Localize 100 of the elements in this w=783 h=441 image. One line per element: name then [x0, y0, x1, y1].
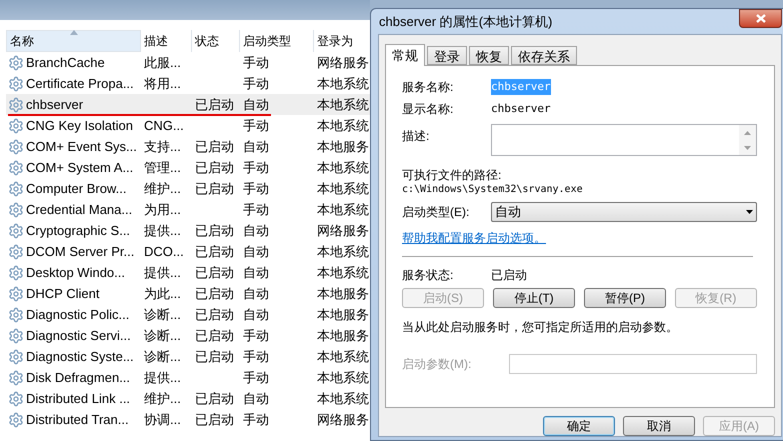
table-cell: 网络服务 [317, 412, 369, 427]
table-cell: 自动 [243, 244, 269, 259]
table-cell: 本地系统 [317, 76, 369, 91]
column-header[interactable]: 名称 [6, 30, 141, 52]
table-cell: 本地系统 [317, 118, 369, 133]
service-row[interactable]: Computer Brow... 维护... 已启动 手动 本地系统 [6, 178, 370, 199]
gear-icon [8, 96, 24, 112]
service-name-value: chbserver [491, 78, 551, 96]
service-name: COM+ Event Sys... [26, 138, 137, 156]
gear-icon [8, 286, 24, 302]
service-name: BranchCache [26, 54, 105, 72]
table-cell: 网络服务 [317, 54, 369, 70]
table-cell: 已启动 [195, 306, 234, 322]
startup-type-dropdown[interactable]: 自动 [491, 202, 757, 222]
dialog-button[interactable]: 取消 [623, 416, 695, 436]
table-cell: 网络服务 [317, 222, 369, 238]
column-header[interactable]: 启动类型 [240, 30, 314, 52]
field-label: 服务状态: [402, 267, 454, 284]
dialog-button[interactable]: 暂停(P) [584, 288, 666, 308]
gear-icon [8, 244, 24, 260]
service-name: Disk Defragmen... [26, 368, 130, 387]
help-link[interactable]: 帮助我配置服务启动选项。 [402, 229, 546, 247]
service-row[interactable]: Desktop Windo... 提供... 已启动 自动 本地系统 [6, 262, 370, 283]
close-button[interactable] [739, 9, 782, 28]
service-name: Distributed Link ... [26, 390, 130, 408]
gear-icon [8, 180, 24, 196]
table-cell: 手动 [243, 412, 269, 427]
table-cell: 自动 [243, 390, 269, 406]
scroll-down-icon [744, 146, 751, 150]
service-row[interactable]: Diagnostic Servi... 诊断... 已启动 手动 本地服务 [6, 325, 370, 346]
service-row[interactable]: Distributed Link ... 维护... 已启动 自动 本地系统 [6, 388, 370, 409]
tab[interactable]: 恢复 [469, 46, 509, 65]
service-row[interactable]: DCOM Server Pr... DCO... 已启动 自动 本地系统 [6, 241, 370, 262]
table-cell: 本地服务 [317, 286, 369, 301]
service-row[interactable]: COM+ Event Sys... 支持... 已启动 自动 本地服务 [6, 136, 370, 157]
service-row[interactable]: Certificate Propa... 将用... 手动 本地系统 [6, 73, 370, 94]
table-cell: 此服... [144, 54, 181, 70]
start-params-field[interactable] [509, 354, 757, 374]
table-cell: 管理... [144, 160, 181, 175]
service-name: Diagnostic Servi... [26, 326, 131, 345]
close-icon [756, 14, 766, 23]
tab[interactable]: 依存关系 [511, 46, 577, 65]
service-row[interactable]: DHCP Client 为此... 已启动 自动 本地服务 [6, 283, 370, 304]
gear-icon [8, 160, 24, 176]
table-cell: 手动 [243, 370, 269, 385]
gear-icon [8, 202, 24, 218]
field-label: 启动类型(E): [402, 204, 470, 221]
service-row[interactable]: CNG Key Isolation CNG... 手动 本地系统 [6, 115, 370, 136]
table-cell: 手动 [243, 54, 269, 70]
table-cell: 诊断... [144, 328, 181, 343]
field-label: 描述: [402, 128, 430, 143]
service-row[interactable]: Diagnostic Syste... 诊断... 已启动 手动 本地系统 [6, 346, 370, 367]
service-row[interactable]: Disk Defragmen... 提供... 手动 本地系统 [6, 367, 370, 388]
service-name: Computer Brow... [26, 180, 126, 198]
dialog-button[interactable]: 停止(T) [493, 288, 575, 308]
table-cell: 已启动 [195, 328, 234, 343]
field-label: 可执行文件的路径: [402, 167, 502, 182]
service-row[interactable]: Cryptographic S... 提供... 已启动 自动 网络服务 [6, 220, 370, 241]
gear-icon [8, 76, 24, 92]
table-cell: 本地系统 [317, 390, 369, 406]
table-cell: 维护... [144, 390, 181, 406]
service-name: Diagnostic Syste... [26, 348, 134, 366]
display-name-value: chbserver [491, 100, 551, 117]
table-cell: 自动 [243, 286, 269, 301]
table-cell: 将用... [144, 76, 181, 91]
tab[interactable]: 登录 [427, 46, 467, 65]
table-cell: 已启动 [195, 412, 234, 427]
gear-icon [8, 54, 24, 70]
service-row[interactable]: BranchCache 此服... 手动 网络服务 [6, 52, 370, 73]
hint-text: 当从此处启动服务时，您可指定所适用的启动参数。 [402, 319, 679, 336]
dialog-button[interactable]: 确定 [543, 416, 615, 436]
gear-icon [8, 118, 24, 134]
table-cell: 自动 [243, 264, 269, 280]
service-row[interactable]: Credential Mana... 为用... 手动 本地系统 [6, 199, 370, 220]
service-name: COM+ System A... [26, 158, 134, 177]
service-row[interactable]: Distributed Tran... 协调... 已启动 手动 网络服务 [6, 409, 370, 430]
column-header[interactable]: 状态 [192, 30, 240, 52]
service-name: DCOM Server Pr... [26, 242, 134, 261]
gear-icon [8, 390, 24, 406]
table-cell: 手动 [243, 76, 269, 91]
service-row[interactable]: chbserver 已启动 自动 本地系统 [6, 94, 370, 115]
table-cell: 诊断... [144, 348, 181, 364]
table-cell: 本地系统 [317, 160, 369, 175]
table-cell: 已启动 [195, 244, 234, 259]
service-row[interactable]: Diagnostic Polic... 诊断... 已启动 自动 本地服务 [6, 304, 370, 325]
dropdown-arrow-icon [746, 210, 753, 214]
gear-icon [8, 138, 24, 154]
table-cell: 协调... [144, 412, 181, 427]
table-cell: 提供... [144, 370, 181, 385]
gear-icon [8, 306, 24, 322]
service-row[interactable]: COM+ System A... 管理... 已启动 手动 本地系统 [6, 157, 370, 178]
table-cell: 本地系统 [317, 96, 369, 112]
tab[interactable]: 常规 [385, 44, 425, 66]
table-cell: 支持... [144, 138, 181, 154]
table-cell: 已启动 [195, 138, 234, 154]
field-label: 显示名称: [402, 101, 454, 118]
column-header[interactable]: 描述 [141, 30, 192, 52]
table-cell: 手动 [243, 180, 269, 196]
description-field[interactable] [491, 124, 757, 156]
table-cell: 维护... [144, 180, 181, 196]
